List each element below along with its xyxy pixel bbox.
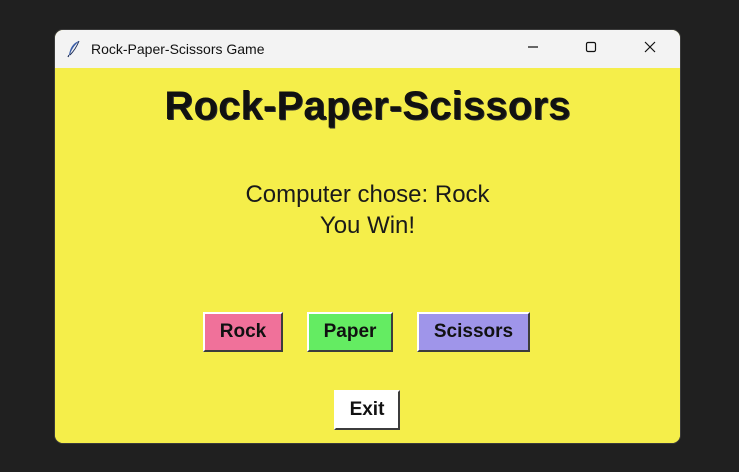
minimize-button[interactable]	[510, 30, 556, 68]
maximize-icon	[585, 40, 597, 58]
title-bar[interactable]: Rock-Paper-Scissors Game	[55, 30, 680, 68]
scissors-button[interactable]: Scissors	[417, 312, 530, 352]
page-title: Rock-Paper-Scissors	[164, 84, 571, 128]
rock-button[interactable]: Rock	[203, 312, 283, 352]
exit-button[interactable]: Exit	[334, 390, 400, 430]
result-label: You Win!	[319, 212, 416, 239]
computer-choice-label: Computer chose: Rock	[245, 181, 490, 208]
game-panel: Rock-Paper-Scissors Computer chose: Rock…	[55, 68, 680, 443]
close-button[interactable]	[627, 30, 673, 68]
app-window: Rock-Paper-Scissors Game Rock-Paper-Scis…	[55, 30, 680, 443]
feather-icon	[67, 40, 81, 58]
maximize-button[interactable]	[568, 30, 614, 68]
window-title: Rock-Paper-Scissors Game	[91, 41, 265, 57]
minimize-icon	[527, 40, 539, 58]
close-icon	[644, 40, 656, 58]
paper-button[interactable]: Paper	[307, 312, 393, 352]
